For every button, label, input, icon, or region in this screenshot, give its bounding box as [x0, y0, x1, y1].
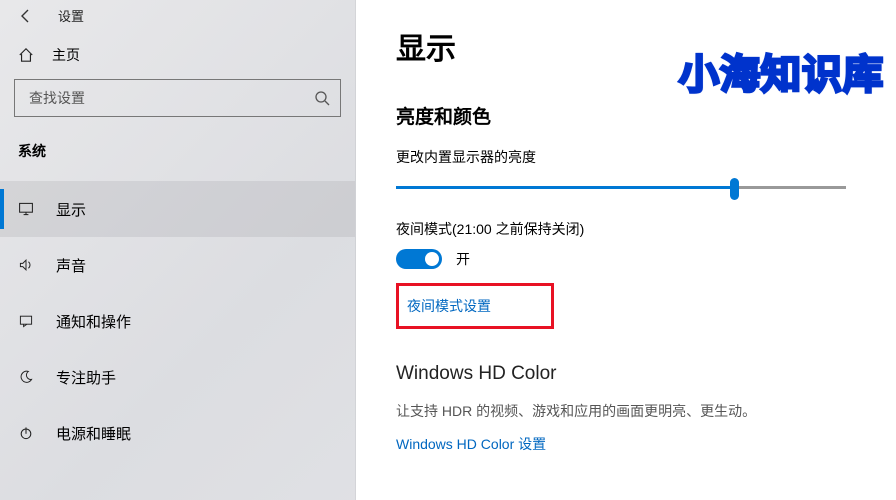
search-placeholder: 查找设置 [29, 88, 85, 108]
sidebar-item-notifications[interactable]: 通知和操作 [0, 293, 355, 349]
hd-color-desc: 让支持 HDR 的视频、游戏和应用的画面更明亮、更生动。 [396, 401, 866, 422]
search-icon [314, 90, 330, 106]
slider-fill [396, 186, 734, 189]
sound-icon [18, 257, 34, 273]
sidebar-item-label: 通知和操作 [56, 311, 131, 332]
moon-icon [18, 369, 34, 385]
night-light-settings-link[interactable]: 夜间模式设置 [407, 298, 491, 314]
hd-color-settings-link[interactable]: Windows HD Color 设置 [396, 434, 866, 454]
highlight-box: 夜间模式设置 [396, 283, 554, 329]
title-bar: 设置 [0, 0, 355, 31]
sidebar-item-label: 显示 [56, 199, 86, 220]
sidebar-item-display[interactable]: 显示 [0, 181, 355, 237]
sidebar-item-focus-assist[interactable]: 专注助手 [0, 349, 355, 405]
watermark-text: 小海知识库 [679, 42, 884, 100]
brightness-label: 更改内置显示器的亮度 [396, 147, 866, 167]
home-link[interactable]: 主页 [0, 31, 355, 79]
category-title: 系统 [0, 133, 355, 181]
search-input[interactable]: 查找设置 [14, 79, 341, 117]
section-brightness-title: 亮度和颜色 [396, 102, 866, 129]
notifications-icon [18, 313, 34, 329]
night-light-toggle[interactable] [396, 249, 442, 269]
home-icon [18, 47, 34, 63]
display-icon [18, 201, 34, 217]
sidebar: 设置 主页 查找设置 系统 显示 [0, 0, 356, 500]
hd-color-title: Windows HD Color [396, 363, 866, 385]
settings-title: 设置 [58, 6, 84, 25]
sidebar-item-label: 电源和睡眠 [56, 423, 131, 444]
back-icon[interactable] [18, 8, 34, 24]
sidebar-item-power-sleep[interactable]: 电源和睡眠 [0, 405, 355, 461]
sidebar-item-label: 专注助手 [56, 367, 116, 388]
night-light-label: 夜间模式(21:00 之前保持关闭) [396, 219, 866, 239]
slider-thumb[interactable] [730, 178, 739, 200]
power-icon [18, 425, 34, 441]
home-label: 主页 [52, 45, 80, 65]
sidebar-item-sound[interactable]: 声音 [0, 237, 355, 293]
toggle-knob [425, 252, 439, 266]
sidebar-item-label: 声音 [56, 255, 86, 276]
toggle-on-label: 开 [456, 249, 470, 269]
main-content: 小海知识库 显示 亮度和颜色 更改内置显示器的亮度 夜间模式(21:00 之前保… [356, 0, 896, 500]
brightness-slider[interactable] [396, 177, 846, 197]
